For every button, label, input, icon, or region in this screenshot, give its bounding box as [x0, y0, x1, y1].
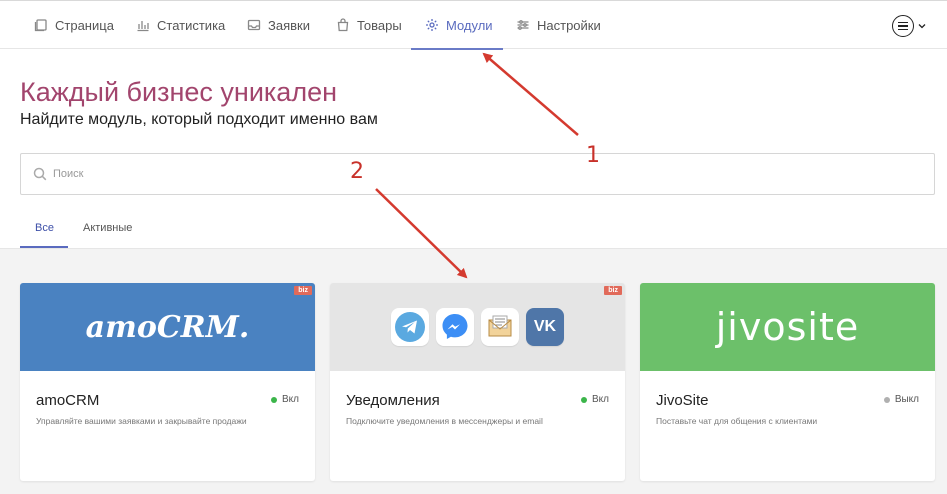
module-card-amocrm[interactable]: amoCRM. biz amoCRM Вкл Управляйте вашими…	[20, 283, 315, 481]
biz-badge: biz	[294, 286, 312, 295]
telegram-icon	[391, 308, 429, 346]
page-icon	[34, 19, 47, 32]
nav-item-settings[interactable]: Настройки	[516, 1, 601, 49]
annotation-label-1: 1	[586, 143, 600, 168]
status-label: Вкл	[282, 394, 299, 405]
status-label: Выкл	[894, 394, 919, 405]
tab-active-indicator	[20, 246, 68, 248]
nav-item-label: Страница	[55, 17, 114, 33]
hamburger-circle-icon	[892, 15, 914, 37]
card-banner: amoCRM. biz	[20, 283, 315, 371]
annotation-label-2: 2	[350, 159, 364, 184]
card-description: Управляйте вашими заявками и закрывайте …	[36, 416, 247, 426]
user-menu-button[interactable]	[892, 15, 926, 37]
card-title: amoCRM	[36, 392, 100, 409]
nav-item-label: Статистика	[157, 17, 226, 33]
gear-icon	[426, 19, 438, 31]
annotation-arrow-1	[482, 52, 579, 136]
status-dot	[581, 396, 587, 403]
search-box[interactable]	[20, 153, 935, 195]
status-dot	[883, 396, 890, 403]
tab-active[interactable]: Активные	[83, 222, 132, 234]
nav-item-modules[interactable]: Модули	[425, 1, 493, 49]
nav-item-label: Модули	[446, 17, 493, 33]
search-icon	[33, 167, 47, 181]
card-description: Поставьте чат для общения с клиентами	[656, 416, 818, 426]
sliders-icon	[517, 20, 529, 30]
top-nav: Страница Статистика Заявки Товары Модули…	[0, 0, 947, 50]
vk-label: VK	[533, 318, 557, 335]
biz-badge: biz	[604, 286, 622, 295]
page: Страница Статистика Заявки Товары Модули…	[0, 0, 947, 494]
nav-item-label: Товары	[357, 17, 402, 33]
inbox-icon	[247, 19, 261, 31]
jivosite-logo: jivosite	[715, 305, 860, 349]
nav-item-products[interactable]: Товары	[336, 1, 402, 49]
card-banner: VK biz	[330, 283, 625, 371]
search-input[interactable]	[53, 168, 853, 180]
nav-item-statistics[interactable]: Статистика	[136, 1, 225, 49]
shopping-bag-icon	[337, 18, 349, 32]
status-dot	[271, 396, 277, 403]
nav-item-label: Заявки	[268, 17, 310, 33]
bar-chart-icon	[137, 21, 149, 32]
page-subtitle: Найдите модуль, который подходит именно …	[20, 111, 378, 128]
status-indicator: Вкл	[581, 394, 609, 405]
module-card-notifications[interactable]: VK biz Уведомления Вкл Подключите уведом…	[330, 283, 625, 481]
nav-item-label: Настройки	[537, 17, 601, 33]
chevron-down-icon	[918, 24, 926, 29]
status-indicator: Выкл	[883, 394, 919, 405]
card-description: Подключите уведомления в мессенджеры и e…	[346, 416, 543, 426]
card-banner: jivosite	[640, 283, 935, 371]
amocrm-logo: amoCRM.	[85, 309, 250, 345]
email-icon	[481, 308, 519, 346]
status-indicator: Вкл	[271, 394, 299, 405]
card-title: Уведомления	[346, 392, 440, 409]
nav-item-page[interactable]: Страница	[34, 1, 114, 49]
card-title: JivoSite	[656, 392, 709, 409]
tab-all[interactable]: Все	[35, 222, 54, 234]
nav-item-requests[interactable]: Заявки	[247, 1, 310, 49]
page-title: Каждый бизнес уникален	[20, 77, 337, 107]
module-card-jivosite[interactable]: jivosite JivoSite Выкл Поставьте чат для…	[640, 283, 935, 481]
nav-active-indicator	[411, 48, 503, 50]
status-label: Вкл	[592, 394, 609, 405]
vk-icon: VK	[526, 308, 564, 346]
messenger-icon	[436, 308, 474, 346]
